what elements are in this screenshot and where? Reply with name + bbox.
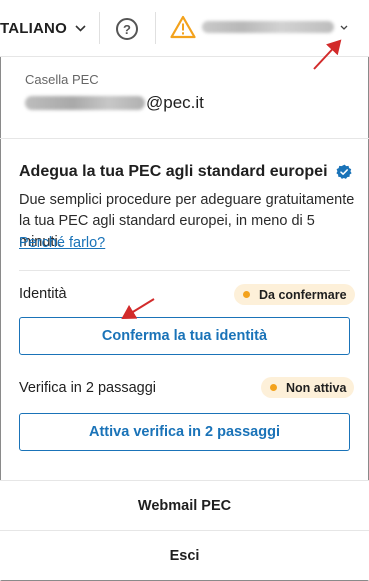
compliance-title-text: Adegua la tua PEC agli standard europei [19, 163, 328, 180]
top-bar: TALIANO ? [0, 0, 369, 57]
divider [99, 12, 100, 44]
divider [19, 270, 350, 271]
status-dot [243, 291, 250, 298]
mailbox-domain: @pec.it [146, 93, 204, 112]
webmail-link[interactable]: Webmail PEC [0, 480, 369, 530]
divider [155, 12, 156, 44]
activate-two-factor-button[interactable]: Attiva verifica in 2 passaggi [19, 413, 350, 451]
verified-badge-icon [335, 164, 352, 179]
language-selector[interactable]: TALIANO [0, 18, 86, 38]
confirm-identity-button[interactable]: Conferma la tua identità [19, 317, 350, 355]
language-label: TALIANO [0, 19, 67, 37]
blurred-username [25, 96, 145, 110]
help-icon[interactable]: ? [116, 18, 138, 40]
two-factor-status: Non attiva [286, 380, 347, 395]
warning-triangle-icon[interactable] [170, 15, 196, 39]
logout-button[interactable]: Esci [0, 530, 369, 580]
why-link[interactable]: Perché farlo? [19, 235, 105, 251]
compliance-section: Adegua la tua PEC agli standard europei … [0, 139, 369, 480]
chevron-down-icon [340, 25, 348, 30]
two-factor-status-badge: Non attiva [261, 377, 355, 398]
status-dot [270, 384, 277, 391]
identity-status-badge: Da confermare [234, 284, 355, 305]
mailbox-label: Casella PEC [25, 72, 99, 87]
identity-label: Identità [19, 286, 67, 302]
mailbox-address: @pec.it [25, 93, 204, 113]
mailbox-section: Casella PEC @pec.it [0, 57, 369, 139]
two-factor-label: Verifica in 2 passaggi [19, 380, 157, 396]
account-menu[interactable] [202, 21, 348, 33]
identity-status: Da confermare [259, 287, 347, 302]
chevron-down-icon [75, 24, 86, 32]
account-email-blurred [202, 21, 334, 33]
compliance-title: Adegua la tua PEC agli standard europei [19, 163, 352, 181]
